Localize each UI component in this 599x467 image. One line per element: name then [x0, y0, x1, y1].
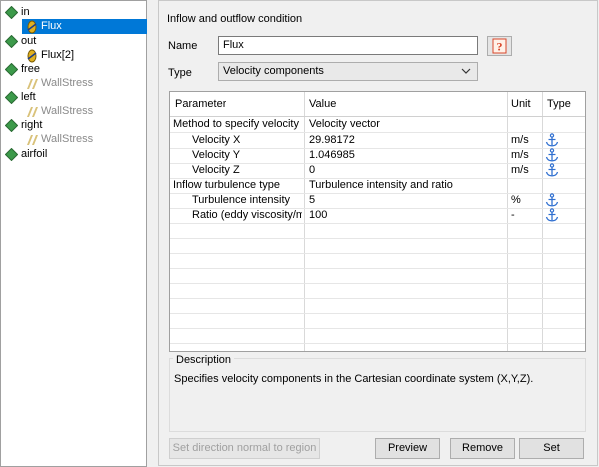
parameter-table[interactable]: Parameter Value Unit Type Method to spec… — [169, 91, 586, 352]
description-text: Specifies velocity components in the Car… — [174, 373, 534, 385]
tree-node-label: WallStress — [41, 133, 94, 145]
tree-node-flux-2[interactable]: Flux[2] — [22, 48, 147, 63]
type-select-value: Velocity components — [223, 65, 324, 77]
column-header-value[interactable]: Value — [309, 92, 336, 116]
table-row-value[interactable]: Turbulence intensity and ratio — [309, 178, 453, 193]
table-row-parameter[interactable]: Inflow turbulence type — [173, 178, 280, 193]
table-row-parameter[interactable]: Ratio (eddy viscosity/m... — [192, 208, 302, 223]
preview-button[interactable]: Preview — [375, 438, 440, 459]
row-divider — [170, 298, 585, 299]
tree-node-label: left — [21, 91, 36, 103]
boundary-condition-icon — [27, 49, 37, 63]
column-header-parameter[interactable]: Parameter — [175, 92, 226, 116]
row-divider — [170, 253, 585, 254]
set-direction-normal-button[interactable]: Set direction normal to region — [169, 438, 320, 459]
set-button[interactable]: Set — [519, 438, 584, 459]
description-group — [169, 358, 586, 432]
table-row-value[interactable]: 0 — [309, 163, 315, 178]
anchor-icon[interactable] — [545, 193, 559, 207]
name-input[interactable]: Flux — [218, 36, 478, 55]
tree-node-in[interactable]: in — [4, 5, 144, 20]
table-row-value[interactable]: 5 — [309, 193, 315, 208]
tree-node-left[interactable]: left — [4, 90, 144, 105]
table-row-parameter[interactable]: Velocity X — [192, 133, 240, 148]
type-select[interactable]: Velocity components — [218, 62, 478, 81]
tree-node-label: in — [21, 6, 30, 18]
region-node-icon — [5, 119, 18, 132]
tree-node-wallstress[interactable]: WallStress — [22, 132, 147, 147]
tree-node-label: Flux — [41, 20, 62, 32]
anchor-icon[interactable] — [545, 163, 559, 177]
tree-node-out[interactable]: out — [4, 34, 144, 49]
table-row-parameter[interactable]: Velocity Z — [192, 163, 240, 178]
panel-title: Inflow and outflow condition — [167, 13, 303, 25]
description-title: Description — [173, 354, 235, 366]
type-label: Type — [168, 67, 192, 79]
tree-node-right[interactable]: right — [4, 118, 144, 133]
anchor-icon[interactable] — [545, 208, 559, 222]
anchor-icon[interactable] — [545, 148, 559, 162]
help-button[interactable]: ? — [487, 36, 512, 56]
tree-node-label: Flux[2] — [41, 49, 75, 61]
remove-button[interactable]: Remove — [450, 438, 515, 459]
row-divider — [170, 238, 585, 239]
row-divider — [170, 313, 585, 314]
wall-condition-icon — [27, 135, 38, 145]
region-node-icon — [5, 6, 18, 19]
column-header-type[interactable]: Type — [547, 92, 571, 116]
region-node-icon — [5, 148, 18, 161]
table-row-value[interactable]: 29.98172 — [309, 133, 355, 148]
row-divider — [170, 343, 585, 344]
row-divider — [170, 328, 585, 329]
tree-node-wallstress[interactable]: WallStress — [22, 76, 147, 91]
row-divider — [170, 268, 585, 269]
table-row-value[interactable]: Velocity vector — [309, 117, 380, 132]
wall-condition-icon — [27, 79, 38, 89]
tree-node-label: airfoil — [21, 148, 48, 160]
table-row-unit: m/s — [511, 149, 529, 161]
region-node-icon — [5, 63, 18, 76]
region-node-icon — [5, 91, 18, 104]
tree-node-airfoil[interactable]: airfoil — [4, 147, 144, 162]
tree-node-free[interactable]: free — [4, 62, 144, 77]
table-row-unit: m/s — [511, 164, 529, 176]
row-divider — [170, 283, 585, 284]
tree-node-label: out — [21, 35, 37, 47]
table-row-unit: % — [511, 194, 521, 206]
chevron-down-icon — [461, 68, 471, 74]
tree-node-label: free — [21, 63, 40, 75]
svg-text:?: ? — [497, 40, 503, 54]
boundary-condition-icon — [27, 20, 37, 34]
table-row-unit: m/s — [511, 134, 529, 146]
table-row-parameter[interactable]: Velocity Y — [192, 148, 240, 163]
name-label: Name — [168, 40, 198, 52]
wall-condition-icon — [27, 107, 38, 117]
tree-node-label: right — [21, 119, 43, 131]
region-tree[interactable]: in Flux out Flux[2] free WallStress left — [0, 0, 147, 467]
tree-node-label: WallStress — [41, 105, 94, 117]
table-row-value[interactable]: 1.046985 — [309, 148, 355, 163]
tree-node-label: WallStress — [41, 77, 94, 89]
region-node-icon — [5, 35, 18, 48]
row-divider — [170, 223, 585, 224]
table-row-unit: - — [511, 209, 515, 221]
column-header-unit[interactable]: Unit — [511, 92, 531, 116]
help-icon: ? — [492, 38, 507, 54]
table-row-parameter[interactable]: Turbulence intensity — [192, 193, 290, 208]
table-row-parameter[interactable]: Method to specify velocity — [173, 117, 299, 132]
tree-node-wallstress[interactable]: WallStress — [22, 104, 147, 119]
tree-node-flux[interactable]: Flux — [22, 19, 147, 34]
anchor-icon[interactable] — [545, 133, 559, 147]
table-row-value[interactable]: 100 — [309, 208, 327, 223]
